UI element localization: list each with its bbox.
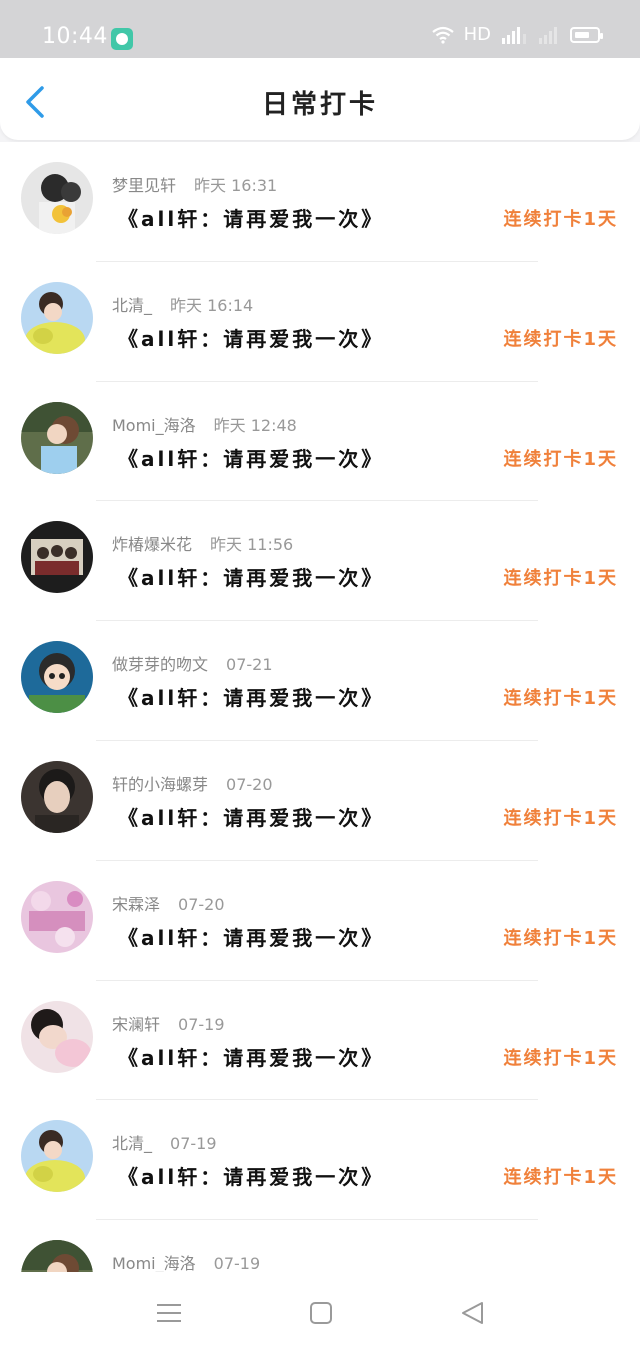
checkin-meta: 宋霖泽 07-20 — [112, 891, 225, 915]
checkin-meta: 炸椿爆米花 昨天 11:56 — [112, 531, 293, 555]
signal-icon-2 — [539, 26, 557, 44]
system-nav-bar — [0, 1272, 640, 1351]
avatar[interactable] — [21, 1000, 93, 1073]
checkin-meta: 北清_ 07-19 — [112, 1130, 217, 1154]
checkin-row[interactable]: 北清_ 07-19 《all轩：请再爱我一次》 连续打卡1天 — [0, 1100, 640, 1221]
book-title[interactable]: 《all轩：请再爱我一次》 — [118, 323, 384, 352]
checkin-row[interactable]: Momi_海洛 昨天 12:48 《all轩：请再爱我一次》 连续打卡1天 — [0, 381, 640, 502]
book-title[interactable]: 《all轩：请再爱我一次》 — [118, 443, 384, 472]
checkin-meta: 北清_ 昨天 16:14 — [112, 292, 253, 316]
checkin-meta: 梦里见轩 昨天 16:31 — [112, 172, 277, 196]
checkin-meta: 宋澜轩 07-19 — [112, 1011, 225, 1035]
avatar[interactable] — [21, 401, 93, 474]
battery-icon — [570, 26, 603, 43]
back-triangle-icon[interactable] — [458, 1300, 488, 1326]
checkin-meta: 做芽芽的吻文 07-21 — [112, 651, 273, 675]
header: 日常打卡 — [0, 58, 640, 140]
checkin-list: 梦里见轩 昨天 16:31 《all轩：请再爱我一次》 连续打卡1天 北清_ 昨天 … — [0, 142, 640, 1351]
user-name[interactable]: 北清_ — [112, 1134, 152, 1153]
checkin-row[interactable]: 梦里见轩 昨天 16:31 《all轩：请再爱我一次》 连续打卡1天 — [0, 142, 640, 262]
checkin-row[interactable]: 北清_ 昨天 16:14 《all轩：请再爱我一次》 连续打卡1天 — [0, 261, 640, 382]
app-notification-icon — [111, 28, 133, 50]
checkin-time: 昨天 16:31 — [194, 176, 278, 195]
wifi-icon — [431, 26, 454, 44]
avatar[interactable] — [21, 281, 93, 354]
streak-label: 连续打卡1天 — [503, 1167, 618, 1189]
streak-label: 连续打卡1天 — [503, 927, 618, 949]
page-title: 日常打卡 — [261, 90, 378, 120]
checkin-time: 07-19 — [178, 1014, 225, 1034]
user-name[interactable]: 轩的小海螺芽 — [112, 775, 208, 794]
status-time: 10:44 — [42, 24, 108, 49]
checkin-meta: Momi_海洛 07-19 — [112, 1250, 260, 1274]
book-title[interactable]: 《all轩：请再爱我一次》 — [118, 1161, 384, 1190]
checkin-time: 07-19 — [213, 1254, 261, 1274]
user-name[interactable]: Momi_海洛 — [112, 416, 196, 435]
avatar[interactable] — [21, 1120, 93, 1193]
book-title[interactable]: 《all轩：请再爱我一次》 — [118, 1042, 384, 1071]
streak-label: 连续打卡1天 — [503, 1047, 618, 1069]
status-icons: HD — [431, 24, 603, 45]
streak-label: 连续打卡1天 — [503, 328, 618, 350]
checkin-time: 昨天 11:56 — [210, 535, 294, 555]
checkin-row[interactable]: 轩的小海螺芽 07-20 《all轩：请再爱我一次》 连续打卡1天 — [0, 740, 640, 861]
avatar[interactable] — [21, 760, 93, 833]
user-name[interactable]: 炸椿爆米花 — [112, 535, 192, 554]
user-name[interactable]: 宋霖泽 — [112, 895, 160, 914]
book-title[interactable]: 《all轩：请再爱我一次》 — [118, 922, 384, 951]
checkin-time: 昨天 16:14 — [170, 295, 254, 315]
avatar[interactable] — [21, 521, 93, 594]
book-title[interactable]: 《all轩：请再爱我一次》 — [118, 562, 384, 591]
user-name[interactable]: Momi_海洛 — [112, 1254, 196, 1273]
avatar[interactable] — [21, 162, 93, 234]
avatar[interactable] — [21, 641, 93, 714]
checkin-time: 07-19 — [170, 1134, 217, 1154]
avatar[interactable] — [21, 880, 93, 953]
streak-label: 连续打卡1天 — [503, 209, 618, 230]
streak-label: 连续打卡1天 — [503, 448, 618, 470]
checkin-time: 昨天 12:48 — [213, 415, 297, 435]
menu-icon[interactable] — [154, 1300, 184, 1326]
streak-label: 连续打卡1天 — [503, 568, 618, 590]
checkin-meta: 轩的小海螺芽 07-20 — [112, 771, 273, 795]
user-name[interactable]: 宋澜轩 — [112, 1015, 160, 1034]
user-name[interactable]: 做芽芽的吻文 — [112, 655, 208, 674]
book-title[interactable]: 《all轩：请再爱我一次》 — [118, 802, 384, 831]
checkin-time: 07-21 — [226, 655, 273, 675]
checkin-row[interactable]: 宋霖泽 07-20 《all轩：请再爱我一次》 连续打卡1天 — [0, 860, 640, 981]
user-name[interactable]: 梦里见轩 — [112, 176, 176, 195]
streak-label: 连续打卡1天 — [503, 688, 618, 710]
checkin-row[interactable]: 炸椿爆米花 昨天 11:56 《all轩：请再爱我一次》 连续打卡1天 — [0, 501, 640, 622]
user-name[interactable]: 北清_ — [112, 296, 152, 315]
checkin-row[interactable]: 宋澜轩 07-19 《all轩：请再爱我一次》 连续打卡1天 — [0, 980, 640, 1101]
signal-icon — [502, 26, 526, 44]
checkin-time: 07-20 — [226, 774, 273, 794]
checkin-meta: Momi_海洛 昨天 12:48 — [112, 412, 297, 436]
checkin-row[interactable]: 做芽芽的吻文 07-21 《all轩：请再爱我一次》 连续打卡1天 — [0, 621, 640, 741]
home-icon[interactable] — [306, 1300, 336, 1326]
book-title[interactable]: 《all轩：请再爱我一次》 — [118, 682, 384, 711]
checkin-time: 07-20 — [178, 894, 225, 914]
streak-label: 连续打卡1天 — [503, 807, 618, 829]
network-label: HD — [463, 24, 491, 45]
book-title[interactable]: 《all轩：请再爱我一次》 — [118, 203, 384, 232]
status-bar: 10:44 HD — [0, 0, 640, 60]
